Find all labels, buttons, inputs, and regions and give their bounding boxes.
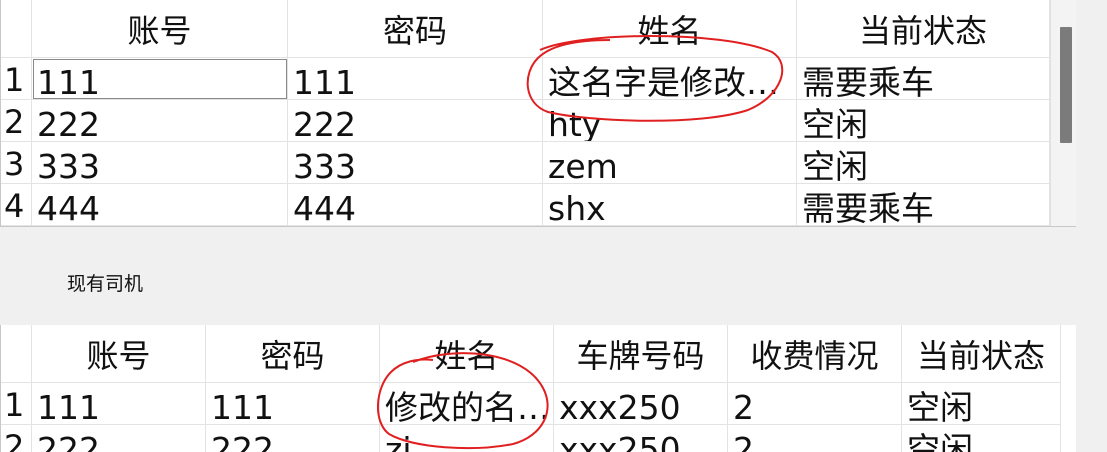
table-cell[interactable]: zj [380, 425, 554, 452]
table-cell[interactable]: 111 [288, 58, 543, 100]
cell-text: 444 [37, 189, 100, 226]
column-header[interactable]: 账号 [32, 0, 288, 58]
cell-text: 111 [37, 63, 100, 100]
table-cell[interactable]: 333 [32, 142, 288, 184]
cell-text: 333 [293, 147, 356, 184]
cell-text: 2 [733, 388, 754, 425]
cell-text: hty [548, 105, 602, 142]
row-header[interactable]: 3 [1, 142, 32, 184]
table-cell[interactable]: 空闲 [797, 100, 1050, 142]
cell-text: 444 [293, 189, 356, 226]
table-cell[interactable]: 空闲 [902, 425, 1061, 452]
cell-text: 111 [211, 388, 274, 425]
cell-text: xxx250 [559, 388, 681, 425]
row-header[interactable]: 1 [1, 58, 32, 100]
table-cell[interactable]: zem [543, 142, 797, 184]
table-cell[interactable]: 空闲 [902, 383, 1061, 425]
column-header[interactable]: 收费情况 [728, 325, 902, 383]
table-cell[interactable]: shx [543, 184, 797, 226]
table-cell[interactable]: 444 [288, 184, 543, 226]
table-cell[interactable]: 222 [32, 100, 288, 142]
window-edge [1076, 0, 1107, 452]
cell-text: 空闲 [802, 105, 868, 142]
cell-text: 222 [293, 105, 356, 142]
table-cell[interactable]: xxx250 [554, 425, 728, 452]
cell-text: 111 [37, 388, 100, 425]
cell-text: 需要乘车 [802, 189, 934, 226]
table-cell[interactable]: 111 [206, 383, 380, 425]
table-cell[interactable]: 修改的名… [380, 383, 554, 425]
cell-text: 222 [211, 430, 274, 452]
table-cell[interactable]: 222 [32, 425, 206, 452]
cell-text: 空闲 [907, 430, 973, 452]
table-cell[interactable]: 111 [32, 58, 288, 100]
table-cell[interactable]: 111 [32, 383, 206, 425]
column-header[interactable]: 车牌号码 [554, 325, 728, 383]
table-cell[interactable]: 2 [728, 383, 902, 425]
table-corner[interactable] [1, 0, 32, 58]
cell-text: 222 [37, 430, 100, 452]
cell-text: 111 [293, 63, 356, 100]
column-header[interactable]: 姓名 [380, 325, 554, 383]
cell-text: 222 [37, 105, 100, 142]
driver-table[interactable]: 账号 密码 姓名 车牌号码 收费情况 当前状态 1 111 111 修改的名… xxx250 2 空闲 2… [0, 325, 1077, 452]
cell-text: zem [548, 147, 618, 184]
passenger-table-vertical-scrollbar[interactable] [1050, 0, 1077, 226]
table-cell[interactable]: xxx250 [554, 383, 728, 425]
table-cell[interactable]: 2 [728, 425, 902, 452]
row-header[interactable]: 4 [1, 184, 32, 226]
table-cell[interactable]: 这名字是修改… [543, 58, 797, 100]
column-header[interactable]: 当前状态 [797, 0, 1050, 58]
cell-text: 空闲 [802, 147, 868, 184]
table-cell[interactable]: 222 [206, 425, 380, 452]
passenger-table[interactable]: 账号 密码 姓名 当前状态 1 111 111 这名字是修改… 需要乘车 2 222 222 hty 空闲… [0, 0, 1077, 227]
cell-text: shx [548, 189, 606, 226]
table-cell[interactable]: 444 [32, 184, 288, 226]
cell-text: 空闲 [907, 388, 973, 425]
column-header[interactable]: 密码 [206, 325, 380, 383]
cell-text: xxx250 [559, 430, 681, 452]
row-header[interactable]: 2 [1, 100, 32, 142]
cell-text: 这名字是修改… [548, 63, 779, 100]
table-cell[interactable]: 需要乘车 [797, 58, 1050, 100]
table-cell[interactable]: 空闲 [797, 142, 1050, 184]
table-cell[interactable]: 需要乘车 [797, 184, 1050, 226]
table-cell[interactable]: 333 [288, 142, 543, 184]
column-header[interactable]: 密码 [288, 0, 543, 58]
scrollbar-thumb[interactable] [1060, 27, 1072, 143]
cell-text: zj [385, 430, 412, 452]
cell-text: 需要乘车 [802, 63, 934, 100]
table-cell[interactable]: 222 [288, 100, 543, 142]
column-header[interactable]: 当前状态 [902, 325, 1061, 383]
table-corner[interactable] [1, 325, 32, 383]
row-header[interactable]: 1 [1, 383, 32, 425]
cell-text: 2 [733, 430, 754, 452]
cell-text: 修改的名… [385, 388, 550, 425]
row-header[interactable]: 2 [1, 425, 32, 452]
column-header[interactable]: 账号 [32, 325, 206, 383]
cell-text: 333 [37, 147, 100, 184]
drivers-section-label: 现有司机 [67, 273, 144, 295]
table-cell[interactable]: hty [543, 100, 797, 142]
column-header[interactable]: 姓名 [543, 0, 797, 58]
